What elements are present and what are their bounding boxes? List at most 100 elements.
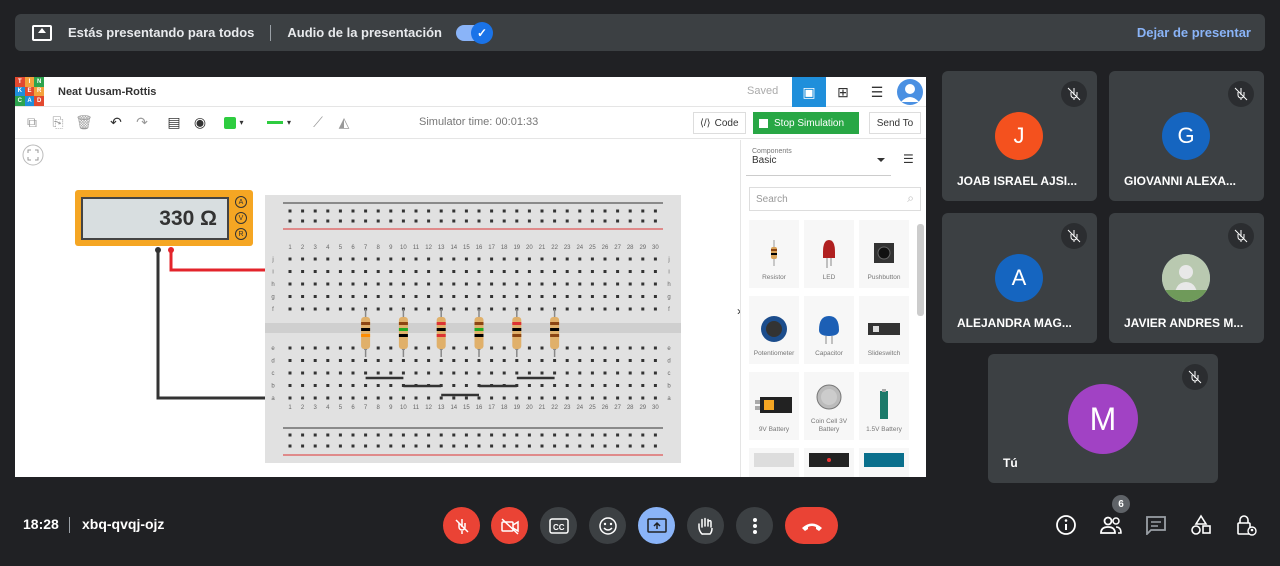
flip-icon[interactable]: ◭ (331, 110, 357, 136)
code-button[interactable]: ⟨/⟩ Code (693, 112, 746, 134)
part-pushbutton[interactable]: Pushbutton (859, 220, 909, 288)
hole (464, 270, 468, 273)
hole (653, 396, 657, 400)
paste-icon[interactable]: ⎘ (45, 110, 71, 136)
hole (527, 257, 531, 261)
column-label: 27 (614, 405, 621, 411)
participant-tile[interactable]: A ALEJANDRA MAG... (942, 213, 1097, 343)
self-tile[interactable]: M Tú (988, 354, 1218, 483)
hole (603, 371, 607, 375)
resistor-band (436, 328, 446, 331)
stop-simulation-button[interactable]: Stop Simulation (753, 112, 859, 134)
part-breadboard-small[interactable] (749, 448, 799, 477)
color-picker[interactable]: ▾ (221, 110, 247, 136)
list-view-icon[interactable]: ☰ (903, 152, 914, 166)
hole (401, 359, 405, 362)
more-vert-icon (752, 517, 757, 534)
leave-call-button[interactable] (785, 507, 838, 544)
part-led[interactable]: LED (804, 220, 854, 288)
hole (288, 346, 292, 350)
circuit-view-icon[interactable]: ▣ (792, 77, 826, 107)
hole (477, 295, 481, 298)
hole (578, 396, 582, 400)
hole (590, 295, 594, 298)
hole (414, 307, 418, 311)
part-9v-battery[interactable]: 9V Battery (749, 372, 799, 440)
wire-type-picker[interactable]: ▾ (259, 110, 299, 136)
user-avatar[interactable] (893, 77, 926, 107)
component-list-icon[interactable]: ☰ (860, 77, 894, 107)
camera-button[interactable] (491, 507, 528, 544)
view-notes-icon[interactable]: ◉ (187, 110, 213, 136)
part-coin-cell-battery[interactable]: Coin Cell 3V Battery (804, 372, 854, 440)
components-dropdown[interactable]: Components Basic (746, 144, 891, 176)
present-button[interactable] (638, 507, 675, 544)
hole (414, 282, 418, 286)
captions-button[interactable]: CC (540, 507, 577, 544)
hole (490, 219, 494, 223)
hole (502, 295, 506, 298)
hole (313, 444, 317, 448)
part-potentiometer[interactable]: Potentiometer (749, 296, 799, 364)
parts-search-input[interactable]: Search ⌕ (749, 187, 921, 211)
part-capacitor[interactable]: Capacitor (804, 296, 854, 364)
hole (464, 371, 468, 375)
project-name[interactable]: Neat Uusam-Rottis (58, 86, 156, 98)
part-microbit[interactable] (804, 448, 854, 477)
hole (553, 433, 557, 437)
part-resistor[interactable]: Resistor (749, 220, 799, 288)
hole (616, 270, 620, 273)
hole (641, 209, 645, 213)
hole (603, 359, 607, 362)
hole (515, 209, 519, 213)
microphone-button[interactable] (443, 507, 480, 544)
hole (401, 371, 405, 375)
hole (590, 209, 594, 213)
send-to-button[interactable]: Send To (869, 112, 921, 134)
participant-tile[interactable]: G GIOVANNI ALEXA... (1109, 71, 1264, 201)
more-options-button[interactable] (736, 507, 773, 544)
undo-icon[interactable]: ↶ (103, 110, 129, 136)
hole (540, 270, 544, 273)
part-slideswitch[interactable]: Slideswitch (859, 296, 909, 364)
rotate-icon[interactable]: ⟋ (305, 110, 331, 136)
hole (401, 444, 405, 448)
hole (527, 396, 531, 400)
participant-tile[interactable]: JAVIER ANDRES M... (1109, 213, 1264, 343)
hole (452, 384, 456, 387)
hole (301, 346, 305, 350)
resistor (398, 317, 408, 349)
participant-tile[interactable]: J JOAB ISRAEL AJSI... (942, 71, 1097, 201)
hole (414, 433, 418, 437)
meeting-details-button[interactable] (1053, 512, 1079, 538)
workspace[interactable]: 330 Ω A V R 1 1 2 2 3 3 4 4 5 5 6 6 7 7 8 8 9 9 10 10 11 11 12… (15, 140, 745, 477)
column-label: 2 (301, 405, 305, 411)
hole (502, 444, 506, 448)
hole (590, 282, 594, 286)
host-controls-button[interactable] (1233, 512, 1259, 538)
delete-icon[interactable]: 🗑 (71, 110, 97, 136)
hole (565, 209, 569, 213)
part-1-5v-battery[interactable]: 1.5V Battery (859, 372, 909, 440)
copy-icon[interactable]: ⧉ (19, 110, 45, 136)
hole (427, 307, 431, 311)
captions-icon: CC (548, 517, 569, 534)
activities-button[interactable] (1188, 512, 1214, 538)
schematic-view-icon[interactable]: ⊞ (826, 77, 860, 107)
presentation-audio-label: Audio de la presentación (287, 25, 442, 40)
column-label: 5 (339, 245, 343, 251)
parts-scrollbar[interactable] (917, 224, 924, 316)
redo-icon[interactable]: ↷ (129, 110, 155, 136)
stop-presenting-button[interactable]: Dejar de presentar (1137, 25, 1251, 40)
presentation-audio-toggle[interactable]: ✓ (455, 21, 493, 44)
resistor-band (550, 334, 560, 337)
people-button[interactable] (1098, 512, 1124, 538)
hole (490, 282, 494, 286)
breadboard[interactable]: 1 1 2 2 3 3 4 4 5 5 6 6 7 7 8 8 9 9 10 10 11 11 12 12 13 13 14 14 15… (265, 195, 681, 463)
reactions-button[interactable] (589, 507, 626, 544)
notes-icon[interactable]: ▤ (161, 110, 187, 136)
hole (565, 295, 569, 298)
chat-button[interactable] (1143, 512, 1169, 538)
raise-hand-button[interactable] (687, 507, 724, 544)
part-arduino[interactable] (859, 448, 909, 477)
